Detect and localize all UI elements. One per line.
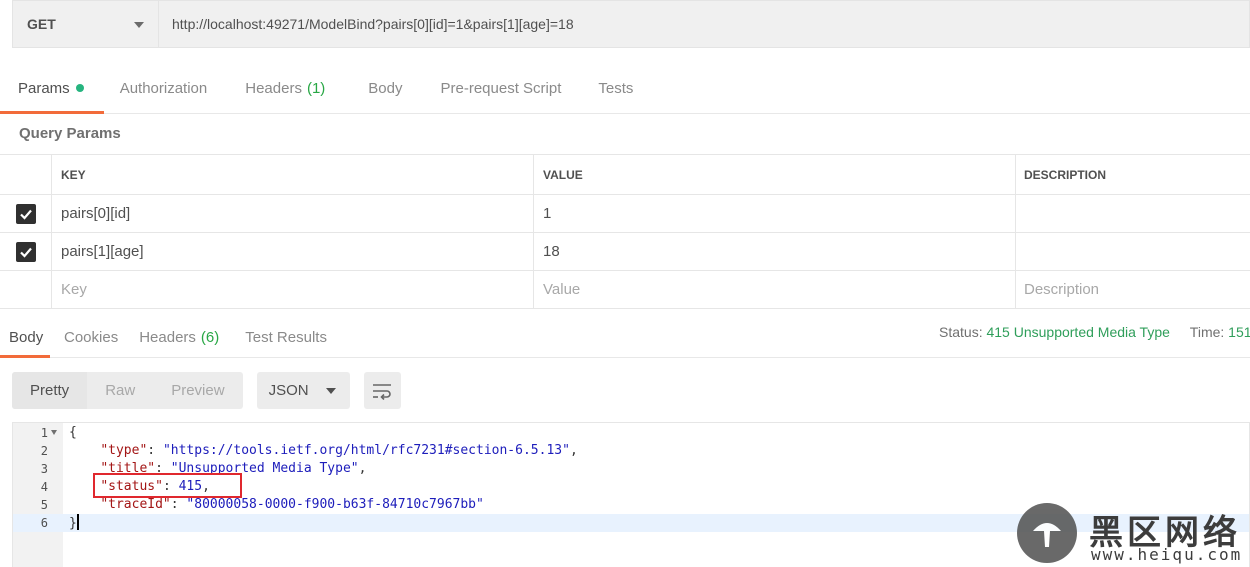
tab-response-headers-count: (6) [200,328,220,346]
table-header-row: KEY VALUE DESCRIPTION [0,155,1250,195]
code-line: 1 { [13,424,1249,442]
watermark-url: www.heiqu.com [1091,545,1243,564]
tab-cookies-label: Cookies [64,328,119,346]
watermark: 黑区网络 www.heiqu.com [1017,503,1250,567]
row-checkbox-cell [0,271,52,308]
mushroom-logo-icon [1033,523,1061,547]
row-checkbox-cell [0,233,52,270]
tab-body[interactable]: Body [368,62,402,114]
checkbox-checked[interactable] [15,241,36,262]
status-value[interactable]: 415 Unsupported Media Type [986,324,1169,340]
line-number: 1 [40,426,48,440]
line-number: 5 [40,498,48,512]
param-description[interactable] [1016,233,1250,270]
code-text-content: } [69,516,77,531]
time-label: Time: [1189,324,1225,340]
tab-test-results-label: Test Results [245,328,327,346]
code-text: { [69,425,77,440]
tab-headers[interactable]: Headers (1) [245,62,325,114]
header-value: VALUE [534,155,1016,194]
new-description-input[interactable]: Description [1016,271,1250,308]
row-checkbox-cell [0,195,52,232]
check-icon [19,209,32,220]
tab-authorization[interactable]: Authorization [120,62,208,114]
response-status: Status: 415 Unsupported Media Type Time:… [939,324,1250,340]
view-mode-group: Pretty Raw Preview [12,372,243,409]
table-row-new: Key Value Description [0,271,1250,309]
line-number: 4 [40,480,48,494]
view-pretty-button[interactable]: Pretty [12,372,88,409]
tab-headers-label: Headers [245,79,302,97]
code-line: 2 "type": "https://tools.ietf.org/html/r… [13,442,1249,460]
new-value-input[interactable]: Value [534,271,1016,308]
table-row: pairs[1][age] 18 [0,233,1250,271]
status-highlight-box [93,473,242,498]
tab-body-label: Body [368,79,403,97]
method-label: GET [27,16,56,32]
param-key[interactable]: pairs[0][id] [52,195,534,232]
tab-tests[interactable]: Tests [598,62,633,114]
line-number: 2 [40,444,48,458]
text-cursor [76,514,79,530]
param-key[interactable]: pairs[1][age] [52,233,534,270]
table-row: pairs[0][id] 1 [0,195,1250,233]
time-value[interactable]: 151 [1228,324,1250,340]
tab-params-label: Params [18,79,70,97]
query-params-title: Query Params [19,125,121,142]
tab-tests-label: Tests [598,79,634,97]
tab-pre-request-script[interactable]: Pre-request Script [441,62,562,114]
url-input[interactable]: http://localhost:49271/ModelBind?pairs[0… [158,0,1250,48]
watermark-logo-icon [1017,503,1077,563]
active-dot-icon [75,84,84,92]
tab-test-results[interactable]: Test Results [245,316,327,358]
line-number: 6 [40,516,48,530]
param-value[interactable]: 18 [534,233,1016,270]
method-select[interactable]: GET [12,0,158,48]
code-text: } [69,514,79,533]
tab-headers-count: (1) [306,79,326,97]
view-preview-button[interactable]: Preview [153,372,242,409]
tab-cookies[interactable]: Cookies [64,316,118,358]
fold-caret-icon[interactable] [51,430,57,435]
header-checkbox-cell [0,155,52,194]
header-key: KEY [52,155,534,194]
param-value[interactable]: 1 [534,195,1016,232]
format-label: JSON [268,382,309,399]
url-bar: GET http://localhost:49271/ModelBind?pai… [12,0,1250,48]
new-key-input[interactable]: Key [52,271,534,308]
request-tabs: Params Authorization Headers (1) Body Pre… [0,62,1250,114]
status-label: Status: [939,324,983,340]
tab-pre-request-script-label: Pre-request Script [440,79,562,97]
response-toolbar: Pretty Raw Preview JSON [12,372,401,409]
chevron-down-icon [325,388,336,394]
tab-params[interactable]: Params [0,62,104,114]
checkbox-checked[interactable] [15,203,36,224]
tab-response-headers-label: Headers [139,328,196,346]
tab-authorization-label: Authorization [119,79,208,97]
view-raw-button[interactable]: Raw [87,372,153,409]
wrap-lines-button[interactable] [363,372,401,409]
param-description[interactable] [1016,195,1250,232]
line-number: 3 [40,462,48,476]
check-icon [19,247,32,258]
wrap-lines-icon [373,383,392,400]
header-description: DESCRIPTION [1024,167,1107,182]
code-text: "type": "https://tools.ietf.org/html/rfc… [100,443,578,458]
query-params-table: KEY VALUE DESCRIPTION pairs[0][id] 1 pai… [0,154,1250,309]
chevron-down-icon [134,22,144,28]
tab-response-body[interactable]: Body [0,316,50,358]
format-select[interactable]: JSON [256,372,350,409]
code-text: "traceId": "80000058-0000-f900-b63f-8471… [100,497,484,512]
tab-response-body-label: Body [9,328,44,346]
tab-response-headers[interactable]: Headers (6) [139,316,219,358]
